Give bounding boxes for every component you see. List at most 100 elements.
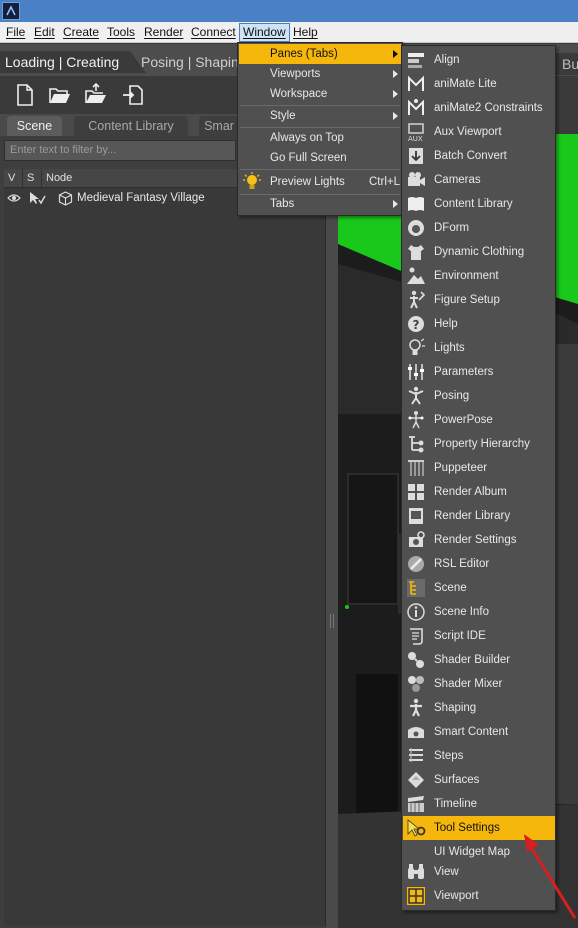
panes-menu-item-render-settings[interactable]: Render Settings xyxy=(403,528,555,552)
merge-import-icon[interactable] xyxy=(120,82,146,108)
panes-menu-item-environment[interactable]: Environment xyxy=(403,264,555,288)
menu-item-label: Scene Info xyxy=(434,606,489,618)
panes-menu-item-dform[interactable]: DForm xyxy=(403,216,555,240)
menu-item-viewports[interactable]: Viewports xyxy=(239,64,401,84)
panes-menu-item-content-library[interactable]: Content Library xyxy=(403,192,555,216)
open-folder-icon[interactable] xyxy=(47,82,73,108)
menu-item-label: Scene xyxy=(434,582,467,594)
menu-item-label: aniMate2 Constraints xyxy=(434,102,543,114)
panes-menu-item-shader-mixer[interactable]: Shader Mixer xyxy=(403,672,555,696)
smart-content-icon xyxy=(406,722,426,742)
column-header-visible[interactable]: V xyxy=(4,169,23,188)
filter-input[interactable]: Enter text to filter by... xyxy=(4,140,236,161)
pane-splitter[interactable] xyxy=(326,114,338,928)
tab-content-library[interactable]: Content Library xyxy=(74,116,188,136)
menu-item-label: Shader Builder xyxy=(434,654,511,666)
panes-menu-item-shaping[interactable]: Shaping xyxy=(403,696,555,720)
menu-item-go-full-screen[interactable]: Go Full Screen xyxy=(239,148,401,168)
menu-item-label: Parameters xyxy=(434,366,494,378)
panes-menu-item-aux-viewport[interactable]: AUX Aux Viewport xyxy=(403,120,555,144)
menu-item-tabs[interactable]: Tabs xyxy=(239,194,401,214)
panes-menu-item-help[interactable]: ? Help xyxy=(403,312,555,336)
node-list: Medieval Fantasy Village xyxy=(4,188,326,926)
panes-menu-item-align[interactable]: Align xyxy=(403,48,555,72)
panes-menu-item-batch-convert[interactable]: Batch Convert xyxy=(403,144,555,168)
panes-menu-item-scene-info[interactable]: Scene Info xyxy=(403,600,555,624)
new-file-icon[interactable] xyxy=(12,82,38,108)
eye-icon[interactable] xyxy=(7,192,21,207)
panes-menu-item-animate2-constraints[interactable]: aniMate2 Constraints xyxy=(403,96,555,120)
panes-menu-item-puppeteer[interactable]: Puppeteer xyxy=(403,456,555,480)
menu-separator xyxy=(240,169,400,170)
menu-item-label: Figure Setup xyxy=(434,294,500,306)
menu-item-label: Tabs xyxy=(270,198,295,210)
menu-item-label: Preview Lights xyxy=(270,176,345,188)
scene-icon xyxy=(406,578,426,598)
panes-menu-item-figure-setup[interactable]: Figure Setup xyxy=(403,288,555,312)
menu-item-label: Puppeteer xyxy=(434,462,488,474)
panes-menu-item-script-ide[interactable]: Script IDE xyxy=(403,624,555,648)
scene-pane: Enter text to filter by... V S Node Medi… xyxy=(0,136,330,928)
menu-item-always-on-top[interactable]: Always on Top xyxy=(239,128,401,148)
app-logo-icon xyxy=(2,2,20,20)
menu-item-preview-lights[interactable]: Preview Lights Ctrl+L xyxy=(239,171,401,193)
menu-file[interactable]: File xyxy=(6,25,25,41)
menu-item-workspace[interactable]: Workspace xyxy=(239,84,401,104)
panes-menu-item-lights[interactable]: Lights xyxy=(403,336,555,360)
panes-menu-item-property-hierarchy[interactable]: Property Hierarchy xyxy=(403,432,555,456)
aux-viewport-icon: AUX xyxy=(406,122,426,143)
perspective-tab-posing-shaping[interactable]: Posing | Shaping xyxy=(141,51,247,73)
panes-menu-item-cameras[interactable]: Cameras xyxy=(403,168,555,192)
menu-item-label: Lights xyxy=(434,342,465,354)
menu-item-panes-tabs[interactable]: Panes (Tabs) xyxy=(239,44,401,64)
light-bulb-icon xyxy=(406,338,426,358)
panes-menu-item-steps[interactable]: Steps xyxy=(403,744,555,768)
save-folder-icon[interactable] xyxy=(83,82,109,108)
splitter-grip-icon[interactable] xyxy=(330,614,334,628)
submenu-arrow-icon xyxy=(393,90,398,98)
tab-smart-content[interactable]: Smar xyxy=(199,116,239,136)
menu-item-label: Batch Convert xyxy=(434,150,507,162)
panes-menu-item-shader-builder[interactable]: Shader Builder xyxy=(403,648,555,672)
menu-item-label: Shaping xyxy=(434,702,477,714)
column-header-selectable[interactable]: S xyxy=(23,169,42,188)
menu-item-label: Style xyxy=(270,110,296,122)
panes-menu-item-animate-lite[interactable]: aniMate Lite xyxy=(403,72,555,96)
tab-scene[interactable]: Scene xyxy=(7,116,62,136)
menu-edit[interactable]: Edit xyxy=(34,25,55,41)
panes-menu-item-smart-content[interactable]: Smart Content xyxy=(403,720,555,744)
panes-menu-item-render-library[interactable]: Render Library xyxy=(403,504,555,528)
panes-menu-item-timeline[interactable]: Timeline xyxy=(403,792,555,816)
perspective-tab-partial[interactable]: Bu xyxy=(556,53,578,75)
annotation-arrow-icon xyxy=(524,834,577,919)
dform-icon xyxy=(406,218,426,238)
panes-menu-item-render-album[interactable]: Render Album xyxy=(403,480,555,504)
menu-item-label: Render Library xyxy=(434,510,511,522)
menu-render[interactable]: Render xyxy=(144,25,183,41)
panes-menu-item-powerpose[interactable]: PowerPose xyxy=(403,408,555,432)
panes-menu-item-surfaces[interactable]: Surfaces xyxy=(403,768,555,792)
menu-item-label: Property Hierarchy xyxy=(434,438,530,450)
submenu-arrow-icon xyxy=(393,200,398,208)
submenu-arrow-icon xyxy=(393,112,398,120)
perspective-tab-loading-creating[interactable]: Loading | Creating xyxy=(0,51,130,73)
render-library-icon xyxy=(406,506,426,526)
menu-connect[interactable]: Connect xyxy=(191,25,236,41)
binoculars-icon xyxy=(406,862,426,882)
title-bar xyxy=(0,0,578,22)
menu-window[interactable]: Window xyxy=(239,23,290,42)
posing-icon xyxy=(406,386,426,406)
panes-menu-item-scene[interactable]: Scene xyxy=(403,576,555,600)
select-arrow-icon[interactable] xyxy=(28,191,46,208)
panes-menu-item-rsl-editor[interactable]: RSL Editor xyxy=(403,552,555,576)
menu-item-style[interactable]: Style xyxy=(239,106,401,126)
panes-menu-item-posing[interactable]: Posing xyxy=(403,384,555,408)
panes-menu-item-parameters[interactable]: Parameters xyxy=(403,360,555,384)
menu-item-label: Go Full Screen xyxy=(270,152,347,164)
puppeteer-icon xyxy=(406,458,426,478)
panes-tabs-submenu: Align aniMate Lite aniMate2 Constraints AUX… xyxy=(401,45,556,911)
menu-create[interactable]: Create xyxy=(63,25,99,41)
menu-tools[interactable]: Tools xyxy=(107,25,135,41)
menu-help[interactable]: Help xyxy=(293,25,318,41)
panes-menu-item-dynamic-clothing[interactable]: Dynamic Clothing xyxy=(403,240,555,264)
